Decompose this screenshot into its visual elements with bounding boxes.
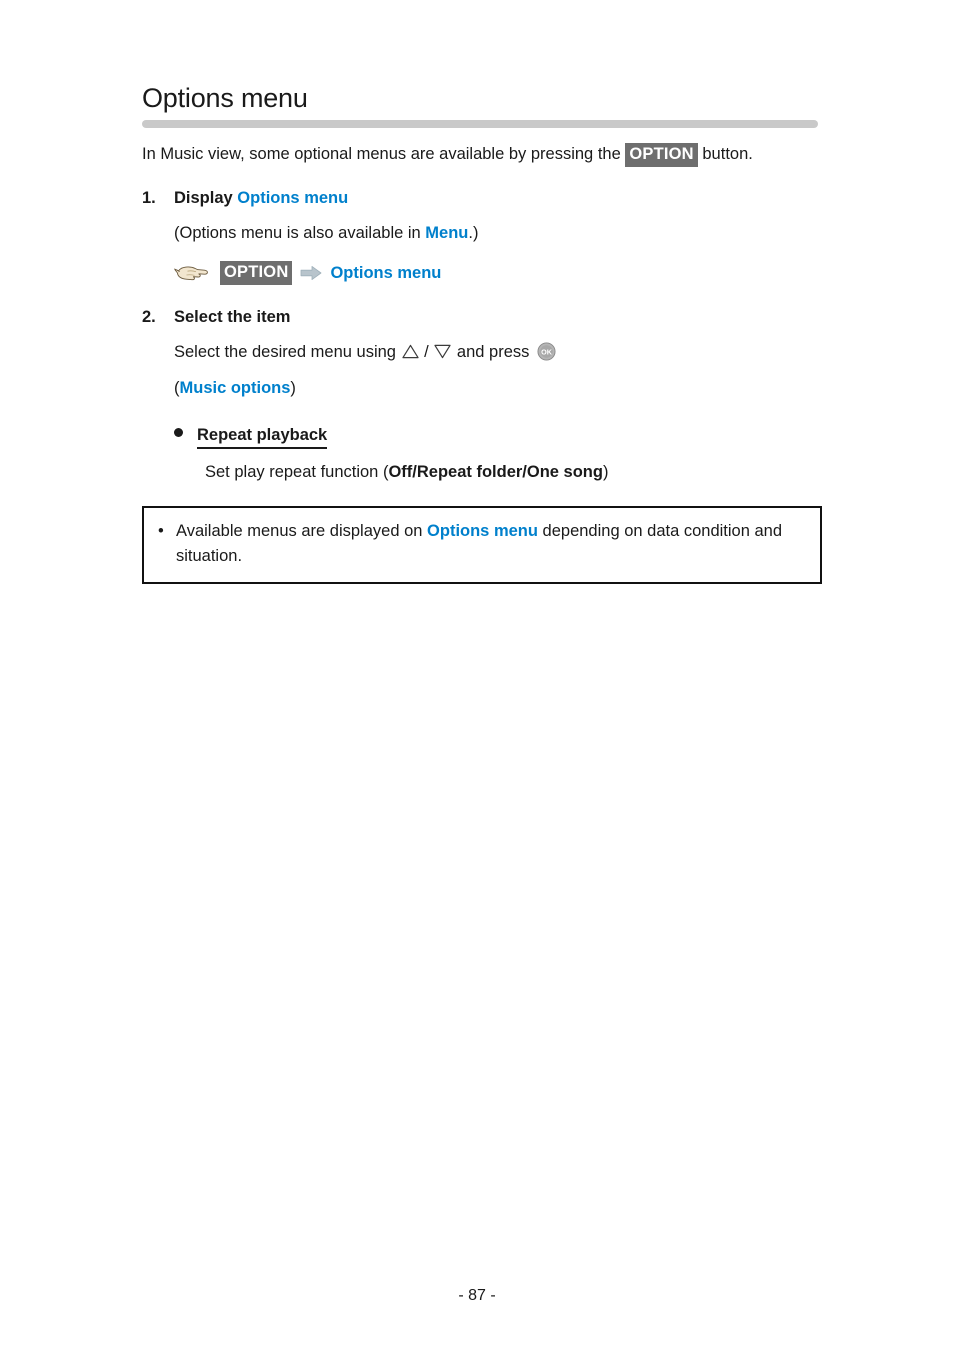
step-1-operation-line: OPTION Options menu xyxy=(174,261,814,286)
note-bullet-icon: • xyxy=(158,521,164,540)
page-title: Options menu xyxy=(142,83,308,113)
intro-text-before: In Music view, some optional menus are a… xyxy=(142,144,626,163)
note-link-options-menu[interactable]: Options menu xyxy=(427,522,538,540)
step-2-number: 2. xyxy=(142,307,156,326)
note-row: • Available menus are displayed on Optio… xyxy=(158,519,806,569)
triangle-down-icon xyxy=(434,344,451,358)
step-2: 2. Select the item Select the desired me… xyxy=(142,306,814,484)
filled-disc-bullet-icon xyxy=(174,427,183,437)
step-1-heading-link[interactable]: Options menu xyxy=(237,189,348,207)
intro-text-after: button. xyxy=(697,144,753,163)
title-underline-rule xyxy=(142,119,818,128)
triangle-up-icon xyxy=(401,344,419,358)
sub-item-repeat-playback: Repeat playback Set play repeat function… xyxy=(174,425,814,484)
step-2-heading: 2. Select the item xyxy=(142,306,814,328)
svg-text:OK: OK xyxy=(541,347,553,356)
note-text-before: Available menus are displayed on xyxy=(176,521,428,540)
step-2-heading-text: Select the item xyxy=(174,307,291,326)
sub-item-desc-before: Set play repeat function ( xyxy=(205,462,389,481)
note-box: • Available menus are displayed on Optio… xyxy=(142,505,822,584)
page-content: Options menu In Music view, some optiona… xyxy=(142,83,822,584)
step-1-note-link-menu[interactable]: Menu xyxy=(425,224,468,242)
sub-item-title: Repeat playback xyxy=(197,425,328,449)
step-1: 1. Display Options menu (Options menu is… xyxy=(142,187,814,286)
step-1-heading: 1. Display Options menu xyxy=(142,187,814,209)
step-2-reference-line: (Music options) xyxy=(174,376,814,401)
step-1-note-before: (Options menu is also available in xyxy=(174,223,426,242)
sub-item-desc-after: ) xyxy=(602,462,609,481)
document-page: Options menu In Music view, some optiona… xyxy=(0,0,954,1350)
step-2-link-music-options[interactable]: Music options xyxy=(180,379,291,397)
sub-item-description: Set play repeat function (Off/Repeat fol… xyxy=(205,460,814,484)
step-2-line-before: Select the desired menu using xyxy=(174,342,401,361)
step-1-body: (Options menu is also available in Menu.… xyxy=(174,221,814,286)
step-1-number: 1. xyxy=(142,188,156,207)
step-1-heading-prefix: Display xyxy=(174,188,238,207)
step-2-paren-close: ) xyxy=(290,378,296,397)
step-1-note-line: (Options menu is also available in Menu.… xyxy=(174,221,814,246)
step-2-instruction-line: Select the desired menu using / and pres… xyxy=(174,340,814,365)
option-key-badge-step1: OPTION xyxy=(220,261,293,286)
step-2-separator: / xyxy=(419,342,434,361)
step-1-note-after: .) xyxy=(468,223,479,242)
note-text: Available menus are displayed on Options… xyxy=(176,519,806,569)
step-1-heading-text: Display Options menu xyxy=(174,187,348,209)
step-2-body: Select the desired menu using / and pres… xyxy=(174,340,814,401)
ok-button-icon: OK xyxy=(537,342,556,361)
step-1-operation-target[interactable]: Options menu xyxy=(330,261,441,286)
option-key-badge: OPTION xyxy=(625,142,698,167)
pointing-hand-icon xyxy=(174,266,208,281)
sub-item-heading: Repeat playback xyxy=(174,425,814,449)
page-number-footer: - 87 - xyxy=(458,1287,496,1304)
intro-paragraph: In Music view, some optional menus are a… xyxy=(142,142,802,167)
sub-item-desc-options: Off/Repeat folder/One song xyxy=(388,462,603,481)
right-arrow-icon xyxy=(301,266,322,281)
step-2-line-middle: and press xyxy=(452,342,534,361)
